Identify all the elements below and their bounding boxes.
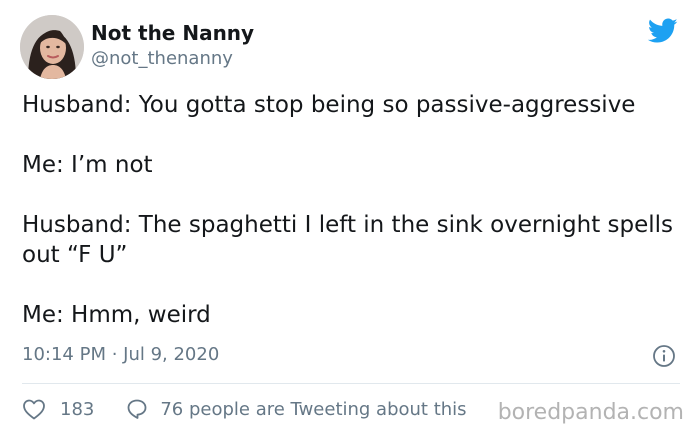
tweet-line-2: Me: I’m not	[22, 152, 153, 178]
avatar-image	[20, 15, 84, 79]
user-handle[interactable]: @not_thenanny	[91, 48, 233, 70]
tweet-timestamp[interactable]: 10:14 PM · Jul 9, 2020	[22, 344, 219, 366]
info-icon[interactable]	[652, 344, 676, 368]
divider	[22, 383, 680, 384]
tweet-line-3: Husband: The spaghetti I left in the sin…	[22, 212, 674, 268]
tweet-card: Not the Nanny @not_thenanny Husband: You…	[0, 0, 700, 437]
speech-bubble-icon	[127, 399, 147, 419]
tweet-actions: 183 76 people are Tweeting about this	[22, 396, 467, 422]
boredpanda-watermark: boredpanda.com	[497, 400, 684, 425]
conversation-link[interactable]: 76 people are Tweeting about this	[126, 398, 467, 420]
tweet-line-1: Husband: You gotta stop being so passive…	[22, 92, 636, 118]
heart-outline-icon	[23, 399, 45, 420]
like-count: 183	[60, 398, 95, 420]
conversation-text: 76 people are Tweeting about this	[160, 398, 467, 420]
like-button[interactable]: 183	[22, 398, 126, 420]
avatar[interactable]	[20, 15, 84, 79]
tweet-text: Husband: You gotta stop being so passive…	[22, 90, 682, 330]
tweet-line-4: Me: Hmm, weird	[22, 302, 211, 328]
display-name[interactable]: Not the Nanny	[91, 21, 254, 45]
twitter-bird-icon[interactable]	[648, 18, 678, 44]
